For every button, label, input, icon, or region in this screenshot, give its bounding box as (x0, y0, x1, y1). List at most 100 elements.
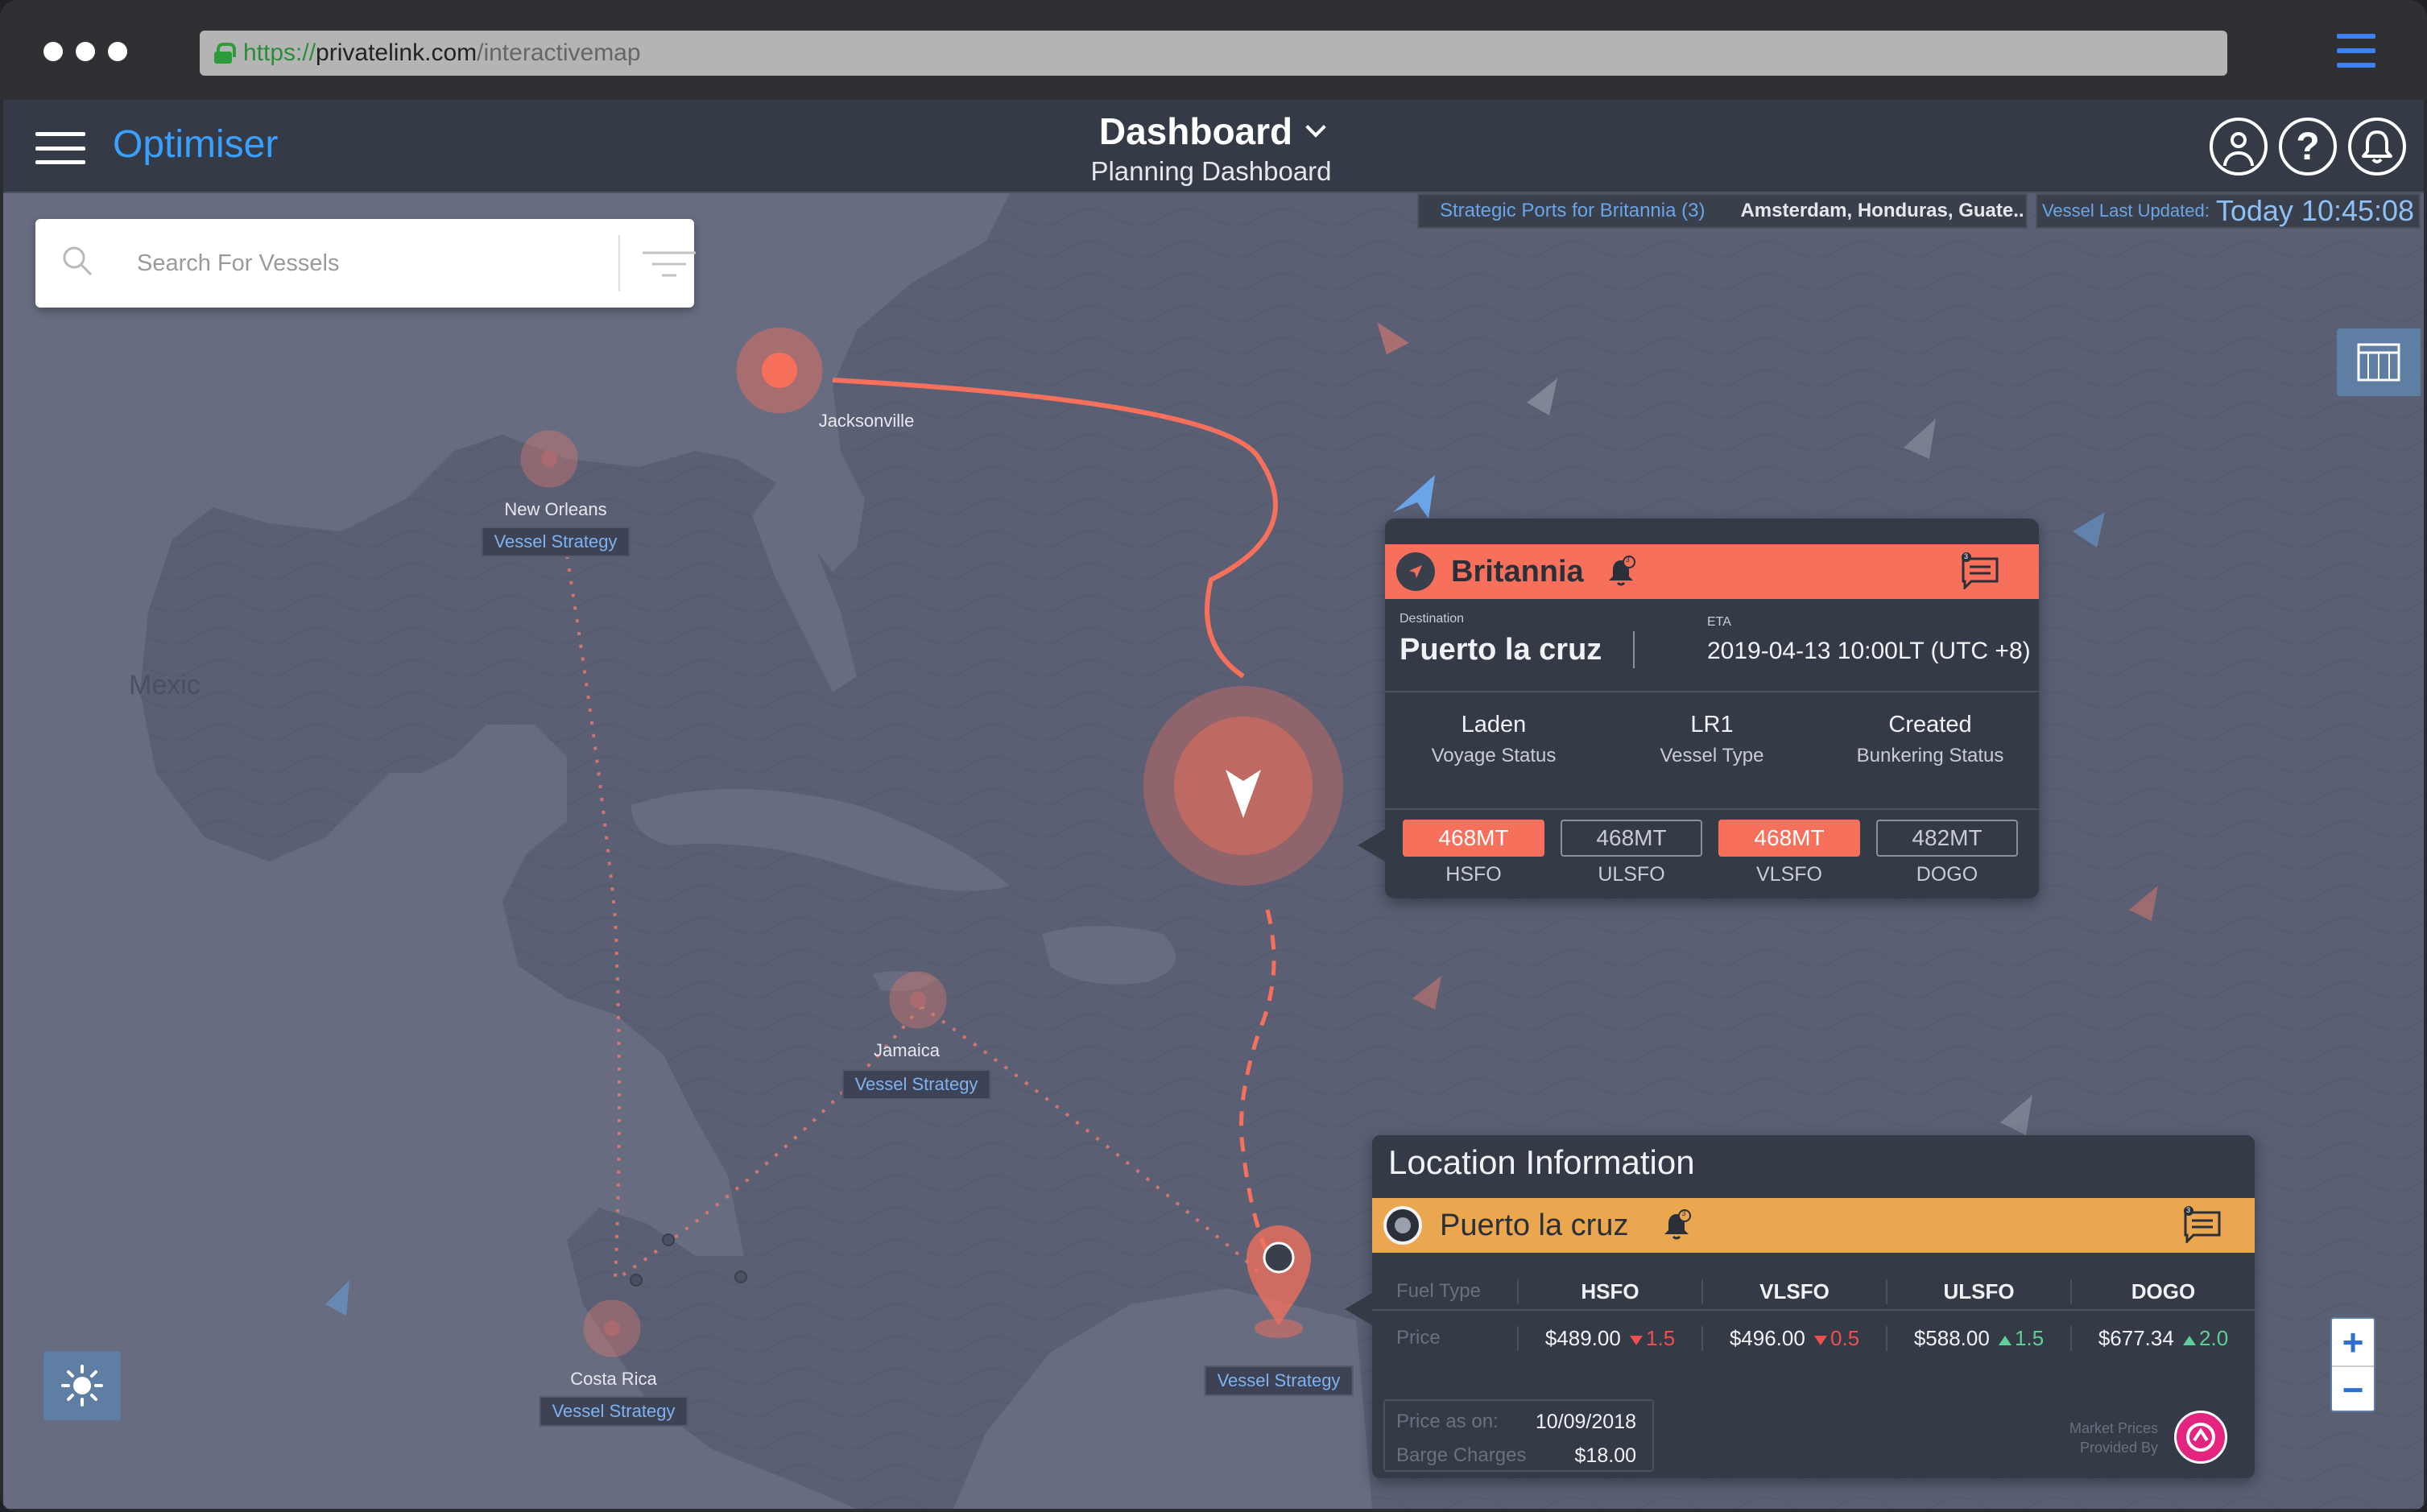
vessel-name[interactable]: Britannia (1451, 555, 1584, 589)
strategic-ports-bar[interactable]: Strategic Ports for Britannia (3) Amster… (1417, 193, 2028, 229)
price-as-on-value: 10/09/2018 (1535, 1411, 1636, 1433)
fuel-type: VLSFO (1756, 863, 1822, 886)
fuel-amount: 468MT (1403, 820, 1544, 857)
zoom-control: + − (2330, 1317, 2375, 1412)
vessel-type-label: Vessel Type (1660, 745, 1764, 766)
search-icon[interactable] (61, 245, 93, 277)
window-minimize-dot[interactable] (76, 42, 95, 61)
fuel-vlsfo[interactable]: 468MT VLSFO (1718, 820, 1860, 886)
navigation-icon (1396, 552, 1435, 591)
voyage-status-label: Voyage Status (1431, 745, 1557, 766)
help-icon[interactable]: ? (2279, 118, 2337, 176)
price-cell: $677.34 2.0 (2070, 1325, 2255, 1351)
page-title-row[interactable]: Dashboard (1099, 109, 1326, 153)
filter-icon[interactable] (641, 250, 697, 282)
vessel-strategy-tag[interactable]: Vessel Strategy (481, 527, 631, 557)
window-controls (43, 42, 127, 61)
price-value: $677.34 (2098, 1325, 2174, 1350)
vessel-message-count: 3 (1964, 552, 1969, 560)
price-cell: $489.00 1.5 (1517, 1325, 1701, 1351)
vessel-last-updated: Vessel Last Updated: Today 10:45:08 (2036, 193, 2421, 229)
url-protocol: https:// (243, 39, 316, 66)
table-grid-icon (2357, 343, 2400, 382)
fuel-dogo[interactable]: 482MT DOGO (1876, 820, 2018, 886)
search-divider (618, 235, 620, 291)
fuel-type: DOGO (1916, 863, 1978, 886)
address-bar[interactable]: https://privatelink.com/interactivemap (200, 31, 2227, 76)
port-label-costa-rica[interactable]: Costa Rica (570, 1369, 657, 1390)
provider-logo-icon[interactable] (2174, 1411, 2227, 1464)
vessel-alert-count: 3 (1625, 556, 1630, 564)
price-up-icon (1999, 1335, 2012, 1345)
vessel-search-box (35, 219, 697, 308)
barge-charges-value: $18.00 (1574, 1444, 1636, 1467)
dashboard-selector[interactable]: Dashboard Planning Dashboard (1050, 109, 1372, 187)
eta-label: ETA (1707, 615, 1731, 629)
location-info-title: Location Information (1388, 1143, 1695, 1181)
vessel-message-icon[interactable]: 3 (1960, 552, 2000, 591)
zoom-out-button[interactable]: − (2332, 1365, 2374, 1412)
bunkering-status-value: Created (1888, 712, 1972, 737)
market-credit-line1: Market Prices (2069, 1420, 2158, 1436)
fuel-price-table: Fuel Type HSFO VLSFO ULSFO DOGO Price $4… (1372, 1274, 2255, 1365)
price-down-icon (1630, 1335, 1643, 1345)
window-close-dot[interactable] (43, 42, 63, 61)
browser-window: https://privatelink.com/interactivemap O… (0, 0, 2427, 1512)
destination-value[interactable]: Puerto la cruz (1400, 633, 1602, 667)
vessel-strategy-tag[interactable]: Vessel Strategy (539, 1396, 688, 1427)
location-alert-bell-icon[interactable]: 3 (1660, 1209, 1693, 1241)
price-change: 2.0 (2199, 1325, 2229, 1350)
column-header: DOGO (2070, 1279, 2255, 1304)
vessel-strategy-tag[interactable]: Vessel Strategy (841, 1069, 991, 1100)
voyage-status: Laden Voyage Status (1385, 712, 1602, 767)
market-credit-line2: Provided By (2079, 1440, 2158, 1456)
browser-menu-icon[interactable] (2337, 34, 2375, 68)
barge-charges-label: Barge Charges (1396, 1444, 1527, 1466)
theme-toggle-button[interactable] (43, 1351, 121, 1420)
location-name[interactable]: Puerto la cruz (1440, 1208, 1628, 1243)
price-up-icon (2183, 1335, 2197, 1345)
interactive-map[interactable]: Mexic Jacksonville New Orleans Vessel St… (3, 193, 2424, 1509)
location-message-icon[interactable]: 3 (2182, 1206, 2222, 1245)
bell-icon[interactable] (2348, 118, 2406, 176)
vessel-alert-bell-icon[interactable]: 3 (1605, 556, 1637, 588)
vessel-type-value: LR1 (1690, 712, 1734, 737)
price-value: $496.00 (1729, 1325, 1805, 1350)
location-info-card: Location Information Puerto la cruz 3 3 … (1345, 1135, 2255, 1478)
price-change: 1.5 (2015, 1325, 2045, 1350)
location-card-header: Puerto la cruz 3 3 (1372, 1198, 2255, 1253)
fuel-ulsfo[interactable]: 468MT ULSFO (1561, 820, 1702, 886)
app-header: Optimiser Dashboard Planning Dashboard ? (3, 100, 2424, 193)
fuel-type: HSFO (1445, 863, 1502, 886)
table-view-button[interactable] (2337, 328, 2421, 396)
vessel-card-divider (1385, 808, 2039, 810)
vessel-card-divider (1385, 691, 2039, 692)
location-alert-count: 3 (1681, 1209, 1686, 1217)
search-input[interactable] (137, 243, 588, 283)
brand-name[interactable]: Optimiser (113, 122, 278, 167)
help-glyph: ? (2296, 125, 2320, 168)
destination-separator (1633, 631, 1635, 668)
fuel-hsfo[interactable]: 468MT HSFO (1403, 820, 1544, 886)
price-change: 1.5 (1646, 1325, 1676, 1350)
price-label: Price (1396, 1327, 1441, 1349)
bunkering-status-label: Bunkering Status (1856, 745, 2004, 766)
last-updated-label: Vessel Last Updated: (2041, 200, 2210, 221)
menu-icon[interactable] (35, 132, 85, 164)
fuel-price-row: Price $489.00 1.5 $496.00 0.5 $588.00 1.… (1372, 1311, 2255, 1365)
page-subtitle: Planning Dashboard (1090, 156, 1332, 186)
zoom-in-button[interactable]: + (2332, 1319, 2374, 1365)
vessel-strategy-tag[interactable]: Vessel Strategy (1204, 1365, 1354, 1396)
chevron-down-icon (1305, 117, 1326, 138)
port-label-jacksonville[interactable]: Jacksonville (819, 411, 915, 432)
column-header: ULSFO (1886, 1279, 2070, 1304)
price-value: $588.00 (1913, 1325, 1990, 1350)
market-prices-credit: Market Prices Provided By (2069, 1419, 2158, 1457)
window-maximize-dot[interactable] (108, 42, 127, 61)
fuel-type: ULSFO (1598, 863, 1665, 886)
country-label-mexico: Mexic (129, 670, 201, 700)
port-label-jamaica[interactable]: Jamaica (874, 1040, 940, 1061)
port-label-new-orleans[interactable]: New Orleans (504, 499, 606, 520)
location-pin-icon (1383, 1206, 1422, 1245)
user-icon[interactable] (2210, 118, 2268, 176)
